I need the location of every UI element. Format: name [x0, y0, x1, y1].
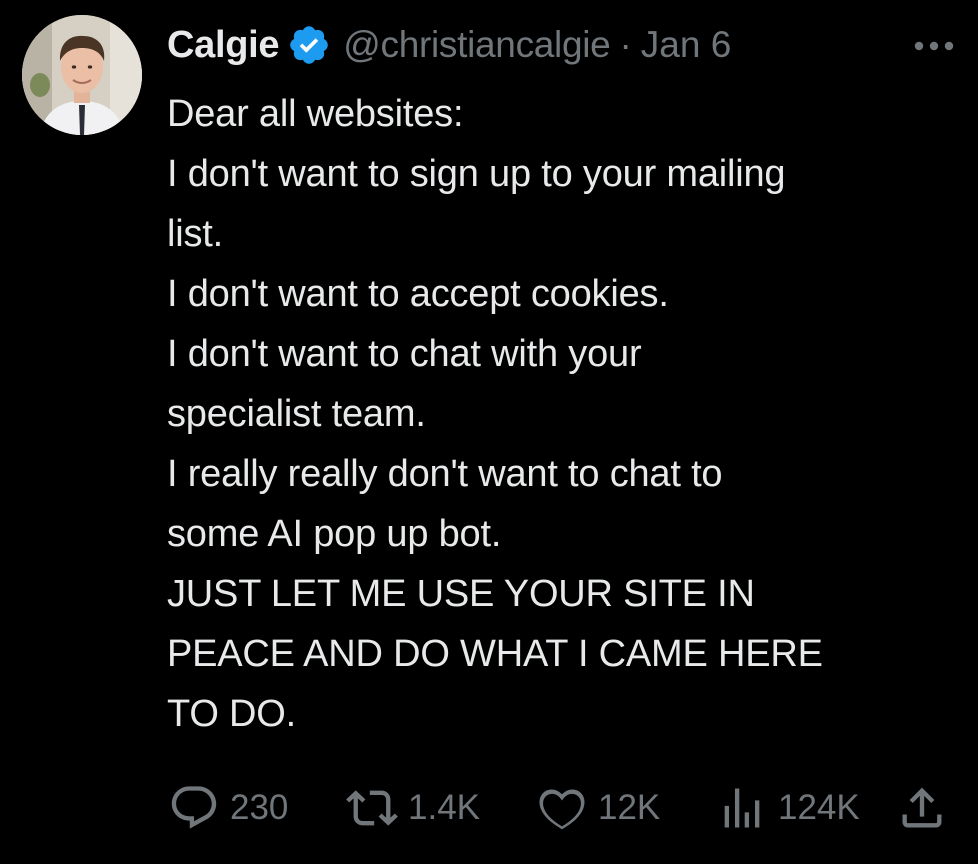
- like-button[interactable]: 12K: [536, 782, 660, 834]
- more-horizontal-icon[interactable]: [911, 28, 957, 64]
- tweet-line: I don't want to sign up to your mailing: [167, 153, 786, 195]
- verified-badge-icon[interactable]: [287, 23, 331, 67]
- reply-count: 230: [230, 788, 289, 827]
- avatar-photo: [22, 15, 142, 135]
- views-button[interactable]: 124K: [716, 782, 860, 834]
- user-handle[interactable]: @christiancalgie: [343, 24, 611, 66]
- tweet-line: Dear all websites:: [167, 93, 464, 135]
- reply-button[interactable]: 230: [168, 782, 288, 834]
- tweet-line: list.: [167, 213, 224, 255]
- repost-button[interactable]: 1.4K: [346, 782, 480, 834]
- reply-icon: [168, 782, 220, 834]
- separator-dot: ·: [619, 24, 632, 65]
- share-icon: [896, 782, 948, 834]
- repost-count: 1.4K: [408, 788, 480, 827]
- tweet-line: JUST LET ME USE YOUR SITE IN: [167, 573, 755, 615]
- like-count: 12K: [598, 788, 661, 827]
- tweet-line: I really really don't want to chat to: [167, 453, 723, 495]
- tweet-line: some AI pop up bot.: [167, 513, 502, 555]
- tweet-line: I don't want to accept cookies.: [167, 273, 669, 315]
- tweet-line: specialist team.: [167, 393, 426, 435]
- action-bar: 230 1.4K 12K 124K: [168, 782, 948, 834]
- repost-icon: [346, 782, 398, 834]
- tweet[interactable]: Calgie @christiancalgie · Jan 6 Dear all…: [0, 0, 978, 864]
- tweet-text: Dear all websites: I don't want to sign …: [167, 84, 957, 744]
- tweet-header: Calgie @christiancalgie · Jan 6: [167, 20, 957, 70]
- views-chart-icon: [716, 782, 768, 834]
- tweet-line: TO DO.: [167, 693, 296, 735]
- display-name[interactable]: Calgie: [167, 24, 280, 67]
- share-button[interactable]: [896, 782, 958, 834]
- avatar[interactable]: [22, 15, 142, 135]
- tweet-line: PEACE AND DO WHAT I CAME HERE: [167, 633, 823, 675]
- heart-icon: [536, 782, 588, 834]
- tweet-date[interactable]: Jan 6: [641, 24, 732, 66]
- tweet-line: I don't want to chat with your: [167, 333, 642, 375]
- views-count: 124K: [778, 788, 860, 827]
